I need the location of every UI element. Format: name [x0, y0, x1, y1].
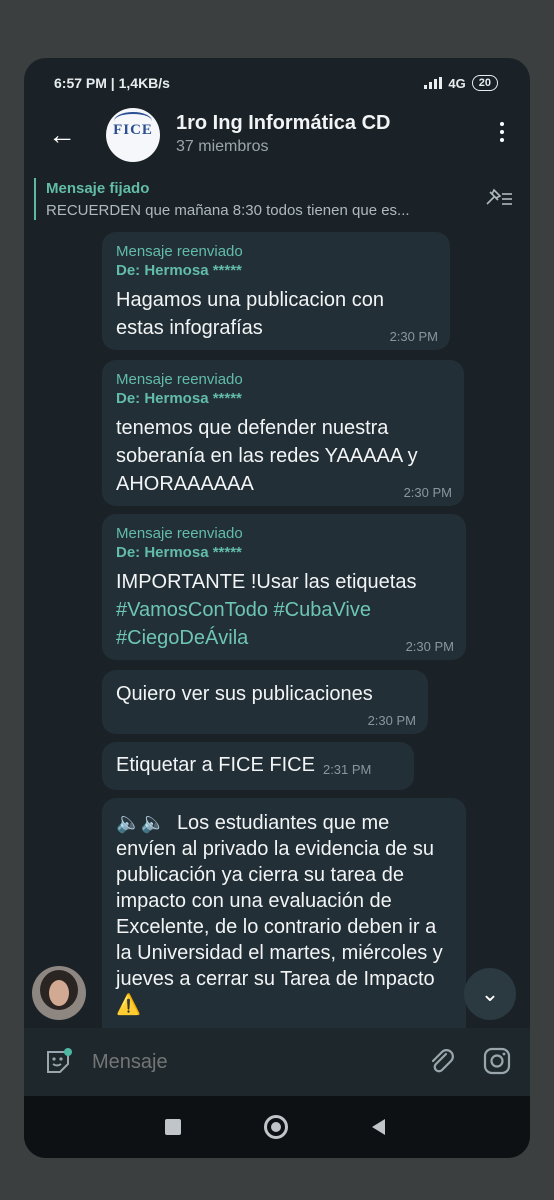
pinned-bar [34, 178, 36, 220]
chat-header: ← FICE 1ro Ing Informática CD 37 miembro… [24, 106, 530, 170]
warning-icon: ⚠️ [116, 994, 141, 1016]
pinned-text: RECUERDEN que mañana 8:30 todos tienen q… [46, 202, 410, 219]
recents-icon[interactable] [165, 1119, 181, 1135]
instagram-camera-icon[interactable] [482, 1046, 512, 1076]
phone-screen: 6:57 PM | 1,4KB/s 4G 20 ← FICE 1ro Ing I… [24, 58, 530, 1158]
paperclip-icon[interactable] [426, 1046, 456, 1076]
back-triangle-icon[interactable] [372, 1119, 385, 1135]
message-input[interactable] [90, 1050, 394, 1075]
message-input-bar [24, 1028, 530, 1096]
scroll-down-button[interactable]: ⌄ [464, 968, 516, 1020]
message-text: tenemos que defender nuestra soberanía e… [116, 417, 418, 495]
message-time: 2:30 PM [403, 485, 452, 500]
status-right: 4G 20 [424, 75, 498, 91]
message-text: IMPORTANTE !Usar las etiquetas #VamosCon… [116, 571, 417, 649]
chevron-down-icon: ⌄ [480, 981, 500, 1006]
pin-list-icon[interactable] [484, 188, 514, 208]
arrow-left-icon[interactable]: ← [48, 120, 76, 150]
battery-icon: 20 [471, 75, 498, 91]
sender-avatar[interactable] [32, 966, 86, 1020]
message-text: Etiquetar a FICE FICE 2:31 PM [116, 754, 372, 777]
message-bubble[interactable]: 🔈🔈 Los estudiantes que me envíen al priv… [102, 798, 466, 1028]
message-bubble[interactable]: Mensaje reenviado De: Hermosa ***** IMPO… [102, 514, 466, 660]
message-time: 2:30 PM [367, 713, 416, 728]
member-count: 37 miembros [176, 138, 269, 155]
forwarded-label: Mensaje reenviado [116, 525, 243, 542]
network-label: 4G [448, 75, 466, 91]
chat-area[interactable]: Mensaje reenviado De: Hermosa ***** Haga… [24, 226, 530, 1028]
message-time: 2:30 PM [389, 329, 438, 344]
system-nav-bar [24, 1096, 530, 1158]
home-icon[interactable] [264, 1115, 288, 1139]
message-text: 🔈🔈 Los estudiantes que me envíen al priv… [116, 812, 443, 1016]
more-vert-icon[interactable] [500, 122, 504, 146]
message-text: Hagamos una publicacion con estas infogr… [116, 289, 384, 339]
group-avatar[interactable]: FICE [106, 108, 160, 162]
hashtag[interactable]: #VamosConTodo [116, 599, 268, 621]
pinned-label: Mensaje fijado [46, 180, 150, 197]
signal-icon [424, 77, 443, 89]
forwarded-label: Mensaje reenviado [116, 371, 243, 388]
forwarded-from: De: Hermosa ***** [116, 390, 242, 407]
avatar-logo-text: FICE [113, 122, 153, 138]
speaker-icon: 🔈🔈 [116, 812, 166, 834]
sticker-icon[interactable] [44, 1048, 72, 1076]
hashtag[interactable]: #CubaVive [274, 599, 371, 621]
message-bubble[interactable]: Etiquetar a FICE FICE 2:31 PM [102, 742, 414, 790]
message-bubble[interactable]: Mensaje reenviado De: Hermosa ***** Haga… [102, 232, 450, 350]
forwarded-from: De: Hermosa ***** [116, 544, 242, 561]
forwarded-label: Mensaje reenviado [116, 243, 243, 260]
hashtag[interactable]: #CiegoDeÁvila [116, 627, 248, 649]
message-bubble[interactable]: Quiero ver sus publicaciones 2:30 PM [102, 670, 428, 734]
message-time: 2:31 PM [322, 762, 372, 777]
pinned-message[interactable]: Mensaje fijado RECUERDEN que mañana 8:30… [24, 170, 530, 226]
message-bubble[interactable]: Mensaje reenviado De: Hermosa ***** tene… [102, 360, 464, 506]
message-text: Quiero ver sus publicaciones [116, 683, 373, 705]
group-title[interactable]: 1ro Ing Informática CD [176, 112, 390, 135]
message-time: 2:30 PM [405, 639, 454, 654]
status-bar: 6:57 PM | 1,4KB/s 4G 20 [24, 58, 530, 108]
forwarded-from: De: Hermosa ***** [116, 262, 242, 279]
status-time: 6:57 PM | 1,4KB/s [54, 75, 170, 91]
